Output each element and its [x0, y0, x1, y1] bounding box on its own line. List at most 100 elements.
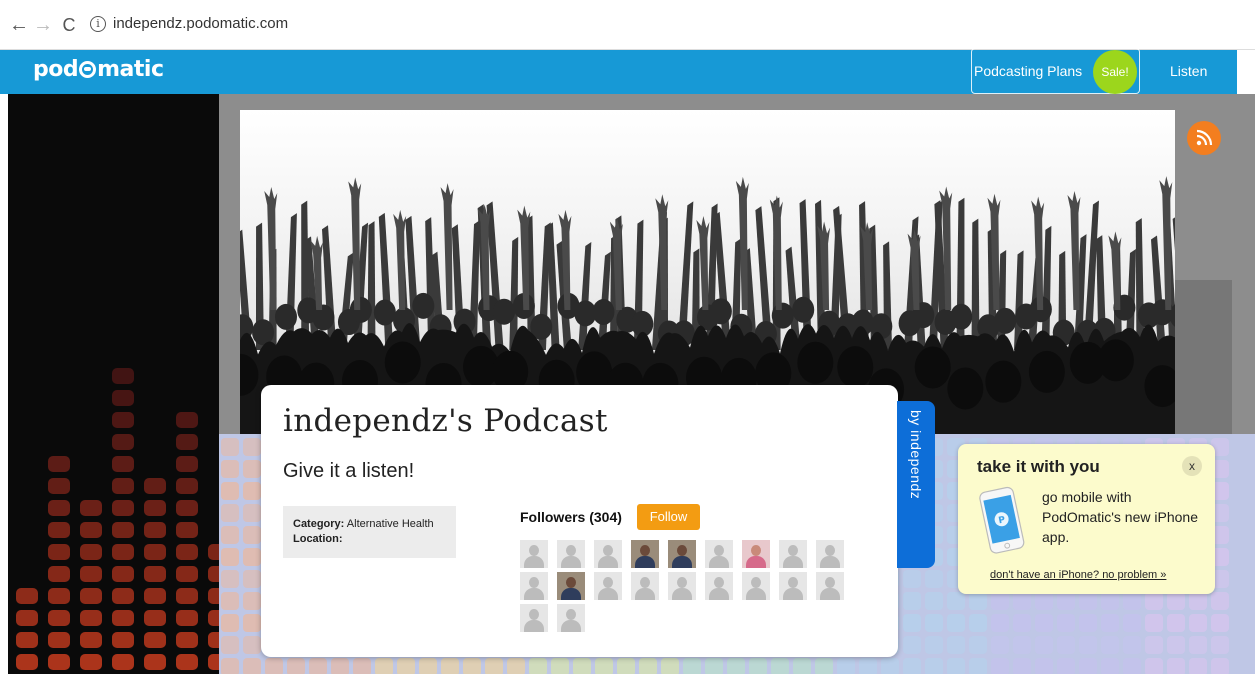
background-tile — [1035, 592, 1053, 610]
background-tile — [573, 658, 591, 674]
equalizer-dot — [80, 654, 102, 670]
background-tile — [1145, 636, 1163, 654]
background-tile — [1145, 592, 1163, 610]
follower-avatar[interactable] — [779, 572, 807, 600]
equalizer-dot — [176, 434, 198, 450]
follower-avatar[interactable] — [816, 540, 844, 568]
back-arrow-icon[interactable]: ← — [8, 14, 30, 36]
podcast-title: independz's Podcast — [283, 403, 608, 439]
follower-avatar[interactable] — [557, 540, 585, 568]
equalizer-dot — [208, 632, 219, 648]
follower-avatar[interactable] — [557, 604, 585, 632]
background-tile — [1189, 658, 1207, 674]
background-tile — [859, 658, 877, 674]
equalizer-dot — [80, 544, 102, 560]
follower-avatar[interactable] — [779, 540, 807, 568]
reload-icon[interactable]: C — [58, 14, 80, 36]
browser-toolbar: ← → C i independz.podomatic.com — [0, 0, 1255, 50]
crowd-head — [412, 292, 435, 319]
background-tile — [551, 658, 569, 674]
listen-link[interactable]: Listen — [1170, 63, 1207, 79]
follower-avatar[interactable] — [520, 604, 548, 632]
address-bar[interactable]: independz.podomatic.com — [113, 15, 288, 32]
follower-avatar[interactable] — [631, 572, 659, 600]
background-tile — [1211, 592, 1229, 610]
follower-avatar[interactable] — [520, 572, 548, 600]
followers-count: Followers (304) — [520, 509, 622, 525]
follower-avatar[interactable] — [742, 572, 770, 600]
equalizer-dot — [144, 500, 166, 516]
background-tile — [1079, 592, 1097, 610]
background-tile — [221, 658, 239, 674]
equalizer-dot — [16, 632, 38, 648]
background-tile — [749, 658, 767, 674]
background-tile — [1013, 592, 1031, 610]
background-tile — [925, 570, 943, 588]
equalizer-dot — [48, 456, 70, 472]
rss-icon[interactable] — [1187, 121, 1221, 155]
close-button[interactable]: x — [1182, 456, 1202, 476]
follower-avatar[interactable] — [668, 572, 696, 600]
podomatic-logo[interactable]: pod matic — [33, 57, 164, 82]
crowd-head — [274, 303, 297, 330]
follow-button[interactable]: Follow — [637, 504, 700, 530]
category-value[interactable]: Alternative Health — [347, 518, 434, 530]
header-edge — [1237, 50, 1255, 94]
mobile-promo-text: go mobile with PodOmatic's new iPhone ap… — [1042, 489, 1198, 545]
background-tile — [243, 438, 261, 456]
follower-avatar[interactable] — [631, 540, 659, 568]
follower-avatar[interactable] — [594, 540, 622, 568]
background-tile — [221, 636, 239, 654]
location-line: Location: — [293, 533, 343, 545]
equalizer-dot — [112, 544, 134, 560]
background-tile — [1211, 658, 1229, 674]
background-tile — [815, 658, 833, 674]
crowd-head — [592, 298, 615, 325]
equalizer-dot — [208, 544, 219, 560]
site-info-icon[interactable]: i — [90, 16, 106, 32]
crowd-head — [771, 302, 794, 329]
background-tile — [353, 658, 371, 674]
background-tile — [1035, 658, 1053, 674]
background-tile — [243, 570, 261, 588]
background-tile — [221, 460, 239, 478]
follower-avatar[interactable] — [594, 572, 622, 600]
follower-avatar[interactable] — [557, 572, 585, 600]
crowd-head — [373, 299, 396, 326]
background-tile — [1167, 614, 1185, 632]
follower-avatar[interactable] — [705, 572, 733, 600]
background-tile — [705, 658, 723, 674]
follower-avatar[interactable] — [520, 540, 548, 568]
author-tab-label[interactable]: by independz — [901, 410, 931, 560]
equalizer-dot — [144, 654, 166, 670]
equalizer-dot — [208, 654, 219, 670]
background-tile — [221, 570, 239, 588]
forward-arrow-icon[interactable]: → — [32, 14, 54, 36]
background-tile — [1123, 592, 1141, 610]
background-tile — [1189, 614, 1207, 632]
sale-badge[interactable]: Sale! — [1093, 50, 1137, 94]
equalizer-dot — [48, 478, 70, 494]
follower-avatar[interactable] — [668, 540, 696, 568]
background-tile — [1057, 636, 1075, 654]
background-tile — [661, 658, 679, 674]
crowd-head-front — [1028, 350, 1065, 393]
background-tile — [991, 658, 1009, 674]
podcasting-plans-label[interactable]: Podcasting Plans — [974, 63, 1082, 79]
background-tile — [1145, 658, 1163, 674]
equalizer-dot — [112, 478, 134, 494]
background-tile — [881, 658, 899, 674]
background-tile — [771, 658, 789, 674]
background-tile — [507, 658, 525, 674]
crowd-head — [312, 304, 335, 331]
equalizer-dot — [176, 522, 198, 538]
crowd-head — [792, 296, 815, 323]
equalizer-dot — [112, 390, 134, 406]
background-tile — [1101, 658, 1119, 674]
follower-avatar[interactable] — [742, 540, 770, 568]
equalizer-dot — [176, 632, 198, 648]
follower-avatar[interactable] — [705, 540, 733, 568]
equalizer-dot — [176, 412, 198, 428]
no-iphone-link[interactable]: don't have an iPhone? no problem » — [990, 569, 1166, 581]
follower-avatar[interactable] — [816, 572, 844, 600]
